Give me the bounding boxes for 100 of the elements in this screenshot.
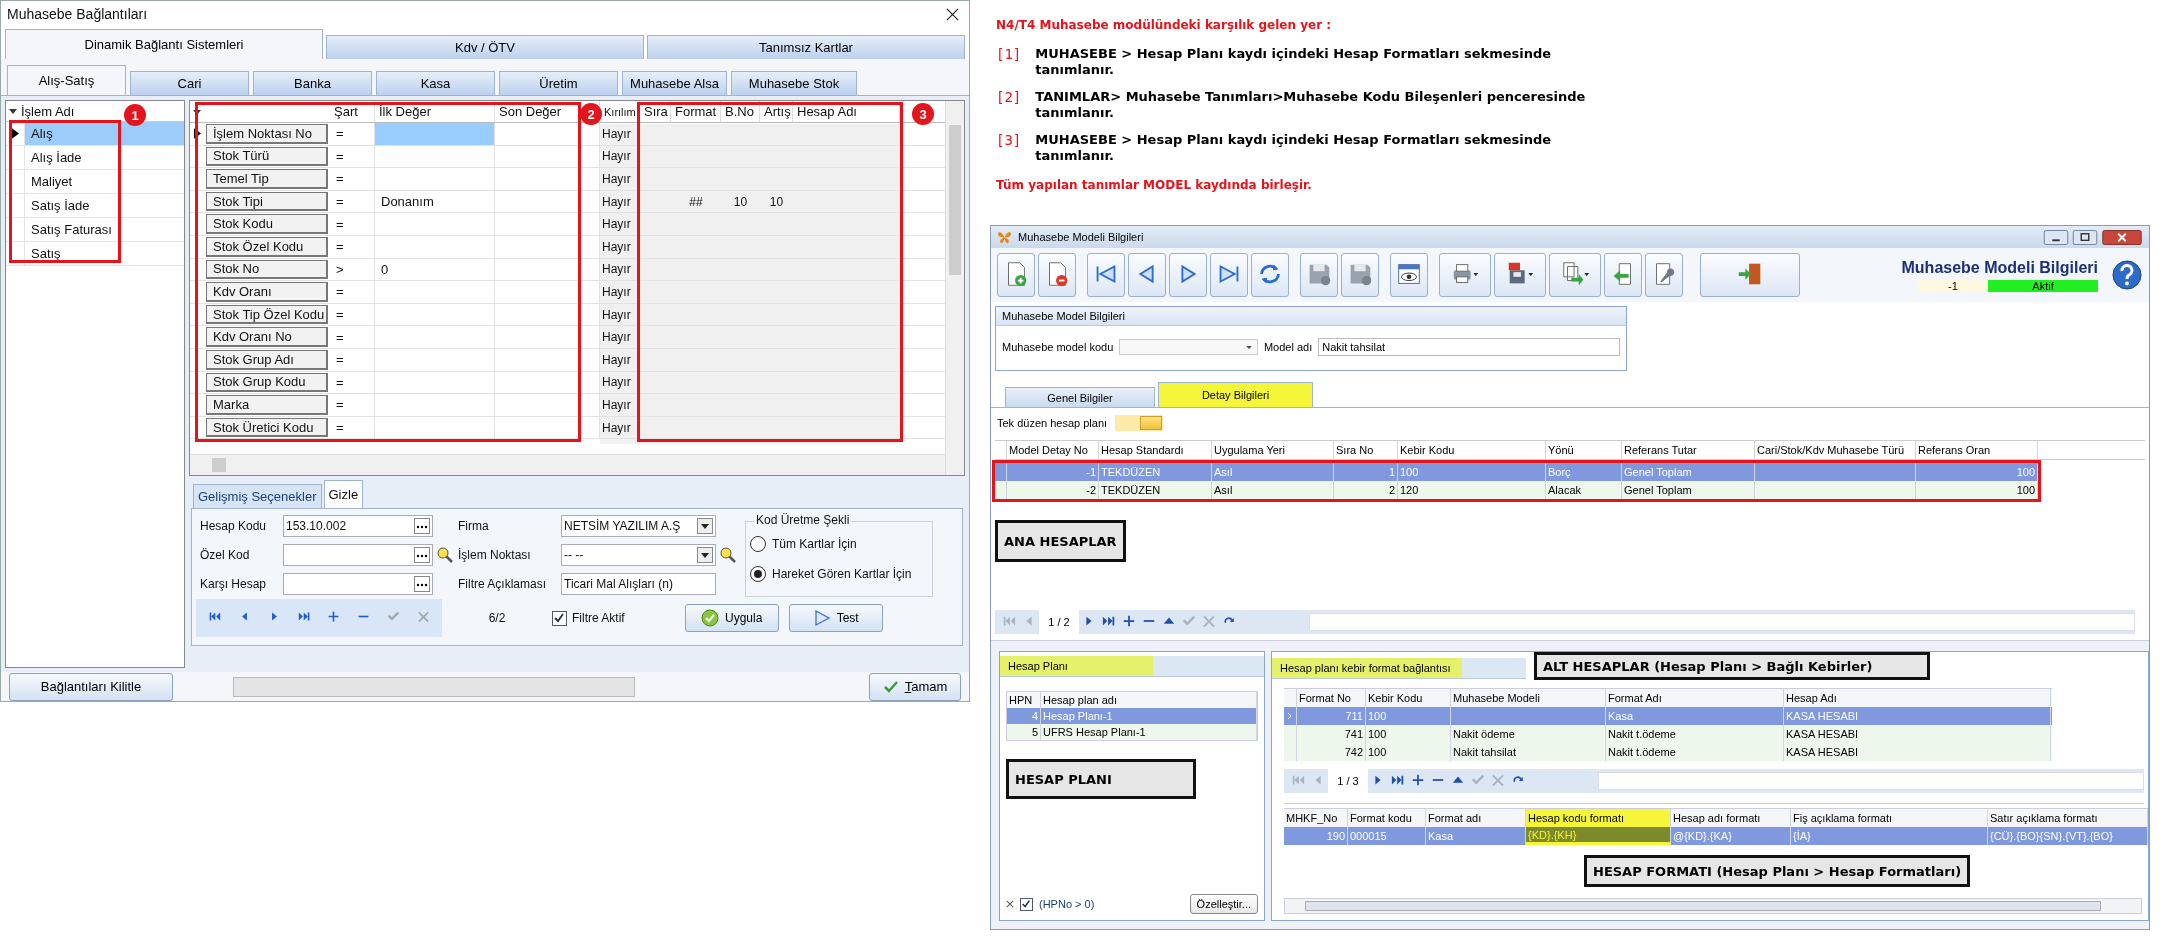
tab[interactable]: Kasa — [376, 71, 495, 95]
add-document-button[interactable] — [997, 253, 1035, 297]
record-number: -1 — [1918, 279, 1988, 292]
ellipsis-icon[interactable] — [414, 547, 430, 563]
print-button[interactable] — [1439, 253, 1491, 297]
list-item[interactable]: Alış — [25, 122, 184, 145]
dropdown-field[interactable] — [1119, 339, 1258, 355]
table-row[interactable]: -2 TEKDÜZEN Asıl 2 120 Alacak Genel Toplam 100 — [995, 481, 2038, 499]
field-label[interactable]: Kdv Oranı — [206, 282, 328, 302]
horizontal-scrollbar[interactable] — [1309, 613, 2135, 631]
input-field[interactable] — [283, 573, 433, 595]
tab[interactable]: Gizle — [323, 480, 364, 508]
import-button[interactable] — [1604, 253, 1642, 297]
dropdown-icon[interactable] — [193, 107, 201, 116]
tab[interactable]: Gelişmiş Seçenekler — [193, 484, 322, 508]
note-marker: [2] — [996, 89, 1022, 108]
tab[interactable]: Genel Bilgiler — [1005, 387, 1155, 407]
field-label[interactable]: İşlem Noktası No — [206, 124, 328, 144]
dropdown-field[interactable]: -- -- — [561, 544, 716, 566]
preview-button[interactable] — [1390, 253, 1428, 297]
tab[interactable]: Kdv / ÖTV — [326, 35, 644, 59]
first-record-button[interactable] — [1087, 253, 1125, 297]
close-icon[interactable] — [946, 7, 959, 21]
settings-button[interactable] — [1645, 253, 1683, 297]
tab[interactable]: Dinamik Bağlantı Sistemleri — [5, 29, 323, 59]
table-row[interactable]: 742 100 Nakit tahsilat Nakit t.ödeme KASA HESABI — [1284, 743, 2052, 761]
dropdown-icon[interactable] — [697, 518, 713, 534]
checkbox[interactable] — [1020, 897, 1033, 911]
field-label[interactable]: Stok Üretici Kodu — [206, 417, 328, 438]
ellipsis-icon[interactable] — [414, 576, 430, 592]
list-item[interactable]: Maliyet — [25, 170, 184, 193]
ok-button[interactable]: Tamam — [869, 672, 961, 701]
dropdown-icon[interactable] — [9, 107, 17, 115]
horizontal-scrollbar[interactable] — [1598, 772, 2144, 790]
field-label[interactable]: Stok Tip Özel Kodu — [206, 304, 328, 325]
toggle-field[interactable] — [1115, 415, 1164, 431]
field-label[interactable]: Stok No — [206, 259, 328, 280]
column-header: Hesap Standardı — [1099, 441, 1212, 459]
refresh-button[interactable] — [1251, 253, 1289, 297]
input-field[interactable]: Ticari Mal Alışları (n) — [561, 573, 716, 595]
next-record-button[interactable] — [1169, 253, 1207, 297]
vertical-scrollbar[interactable] — [945, 101, 964, 475]
tab[interactable]: Alış-Satış — [7, 65, 126, 95]
minimize-button[interactable] — [2043, 229, 2069, 245]
dropdown-field[interactable]: NETSİM YAZILIM A.Ş — [561, 515, 716, 537]
apply-button[interactable]: Uygula — [684, 604, 779, 632]
help-icon[interactable] — [2111, 259, 2143, 291]
field-label[interactable]: Stok Türü — [206, 146, 328, 167]
horizontal-scrollbar[interactable] — [190, 454, 945, 475]
table-row[interactable]: 5 UFRS Hesap Planı-1 — [1007, 724, 1257, 740]
field-label[interactable]: Stok Özel Kodu — [206, 236, 328, 257]
input-field[interactable] — [283, 544, 433, 566]
tab[interactable]: Cari — [130, 71, 249, 95]
tab[interactable]: Muhasebe Stok — [731, 71, 857, 95]
tab[interactable]: Detay Bilgileri — [1158, 382, 1313, 407]
save-as-button[interactable] — [1494, 253, 1546, 297]
customize-button[interactable]: Özelleştir... — [1189, 894, 1258, 914]
ellipsis-icon[interactable] — [414, 518, 430, 534]
table-cell: = — [330, 394, 375, 416]
maximize-button[interactable] — [2072, 229, 2098, 245]
clear-filter-icon[interactable] — [1006, 900, 1014, 908]
close-button[interactable] — [2101, 229, 2143, 245]
cross-icon — [1202, 614, 1216, 628]
tab[interactable]: Üretim — [499, 71, 618, 95]
table-row[interactable]: 741 100 Nakit ödeme Nakit t.ödeme KASA HESABI — [1284, 725, 2052, 743]
radio-button[interactable] — [750, 536, 766, 552]
last-record-button[interactable] — [1210, 253, 1248, 297]
table-cell: = — [330, 168, 375, 190]
tab[interactable]: Banka — [253, 71, 372, 95]
save-button[interactable] — [1300, 253, 1338, 297]
field-label[interactable]: Stok Kodu — [206, 214, 328, 234]
list-item[interactable]: Satış Faturası — [25, 218, 184, 241]
radio-button[interactable] — [750, 566, 766, 582]
checkbox[interactable] — [552, 610, 567, 626]
field-label[interactable]: Stok Grup Kodu — [206, 372, 328, 393]
discard-button[interactable] — [1341, 253, 1379, 297]
tab[interactable]: Muhasebe Alsa — [622, 71, 727, 95]
tab[interactable]: Tanımsız Kartlar — [647, 35, 965, 59]
input-field[interactable]: Nakit tahsilat — [1318, 338, 1620, 356]
list-item[interactable]: Alış İade — [25, 146, 184, 169]
exit-button[interactable] — [1700, 253, 1800, 297]
field-label[interactable]: Marka — [206, 395, 328, 415]
field-label[interactable]: Temel Tip — [206, 169, 328, 189]
record-counter: 6/2 — [487, 611, 507, 625]
magnifier-icon[interactable] — [719, 546, 737, 564]
dropdown-icon[interactable] — [697, 547, 713, 563]
field-label[interactable]: Kdv Oranı No — [206, 327, 328, 347]
delete-document-button[interactable] — [1038, 253, 1076, 297]
lock-button[interactable]: Bağlantıları Kilitle — [9, 672, 173, 701]
horizontal-scrollbar[interactable] — [1284, 898, 2142, 914]
test-button[interactable]: Test — [788, 604, 883, 632]
previous-record-button[interactable] — [1128, 253, 1166, 297]
list-item[interactable]: Satış İade — [25, 194, 184, 217]
magnifier-icon[interactable] — [436, 546, 454, 564]
input-field[interactable]: 153.10.002 — [283, 515, 433, 537]
export-button[interactable] — [1549, 253, 1601, 297]
field-label[interactable]: Stok Tipi — [206, 191, 328, 212]
field-label[interactable]: Stok Grup Adı — [206, 349, 328, 370]
table-cell: 5 — [1007, 724, 1041, 740]
list-item[interactable]: Satış — [25, 242, 184, 265]
